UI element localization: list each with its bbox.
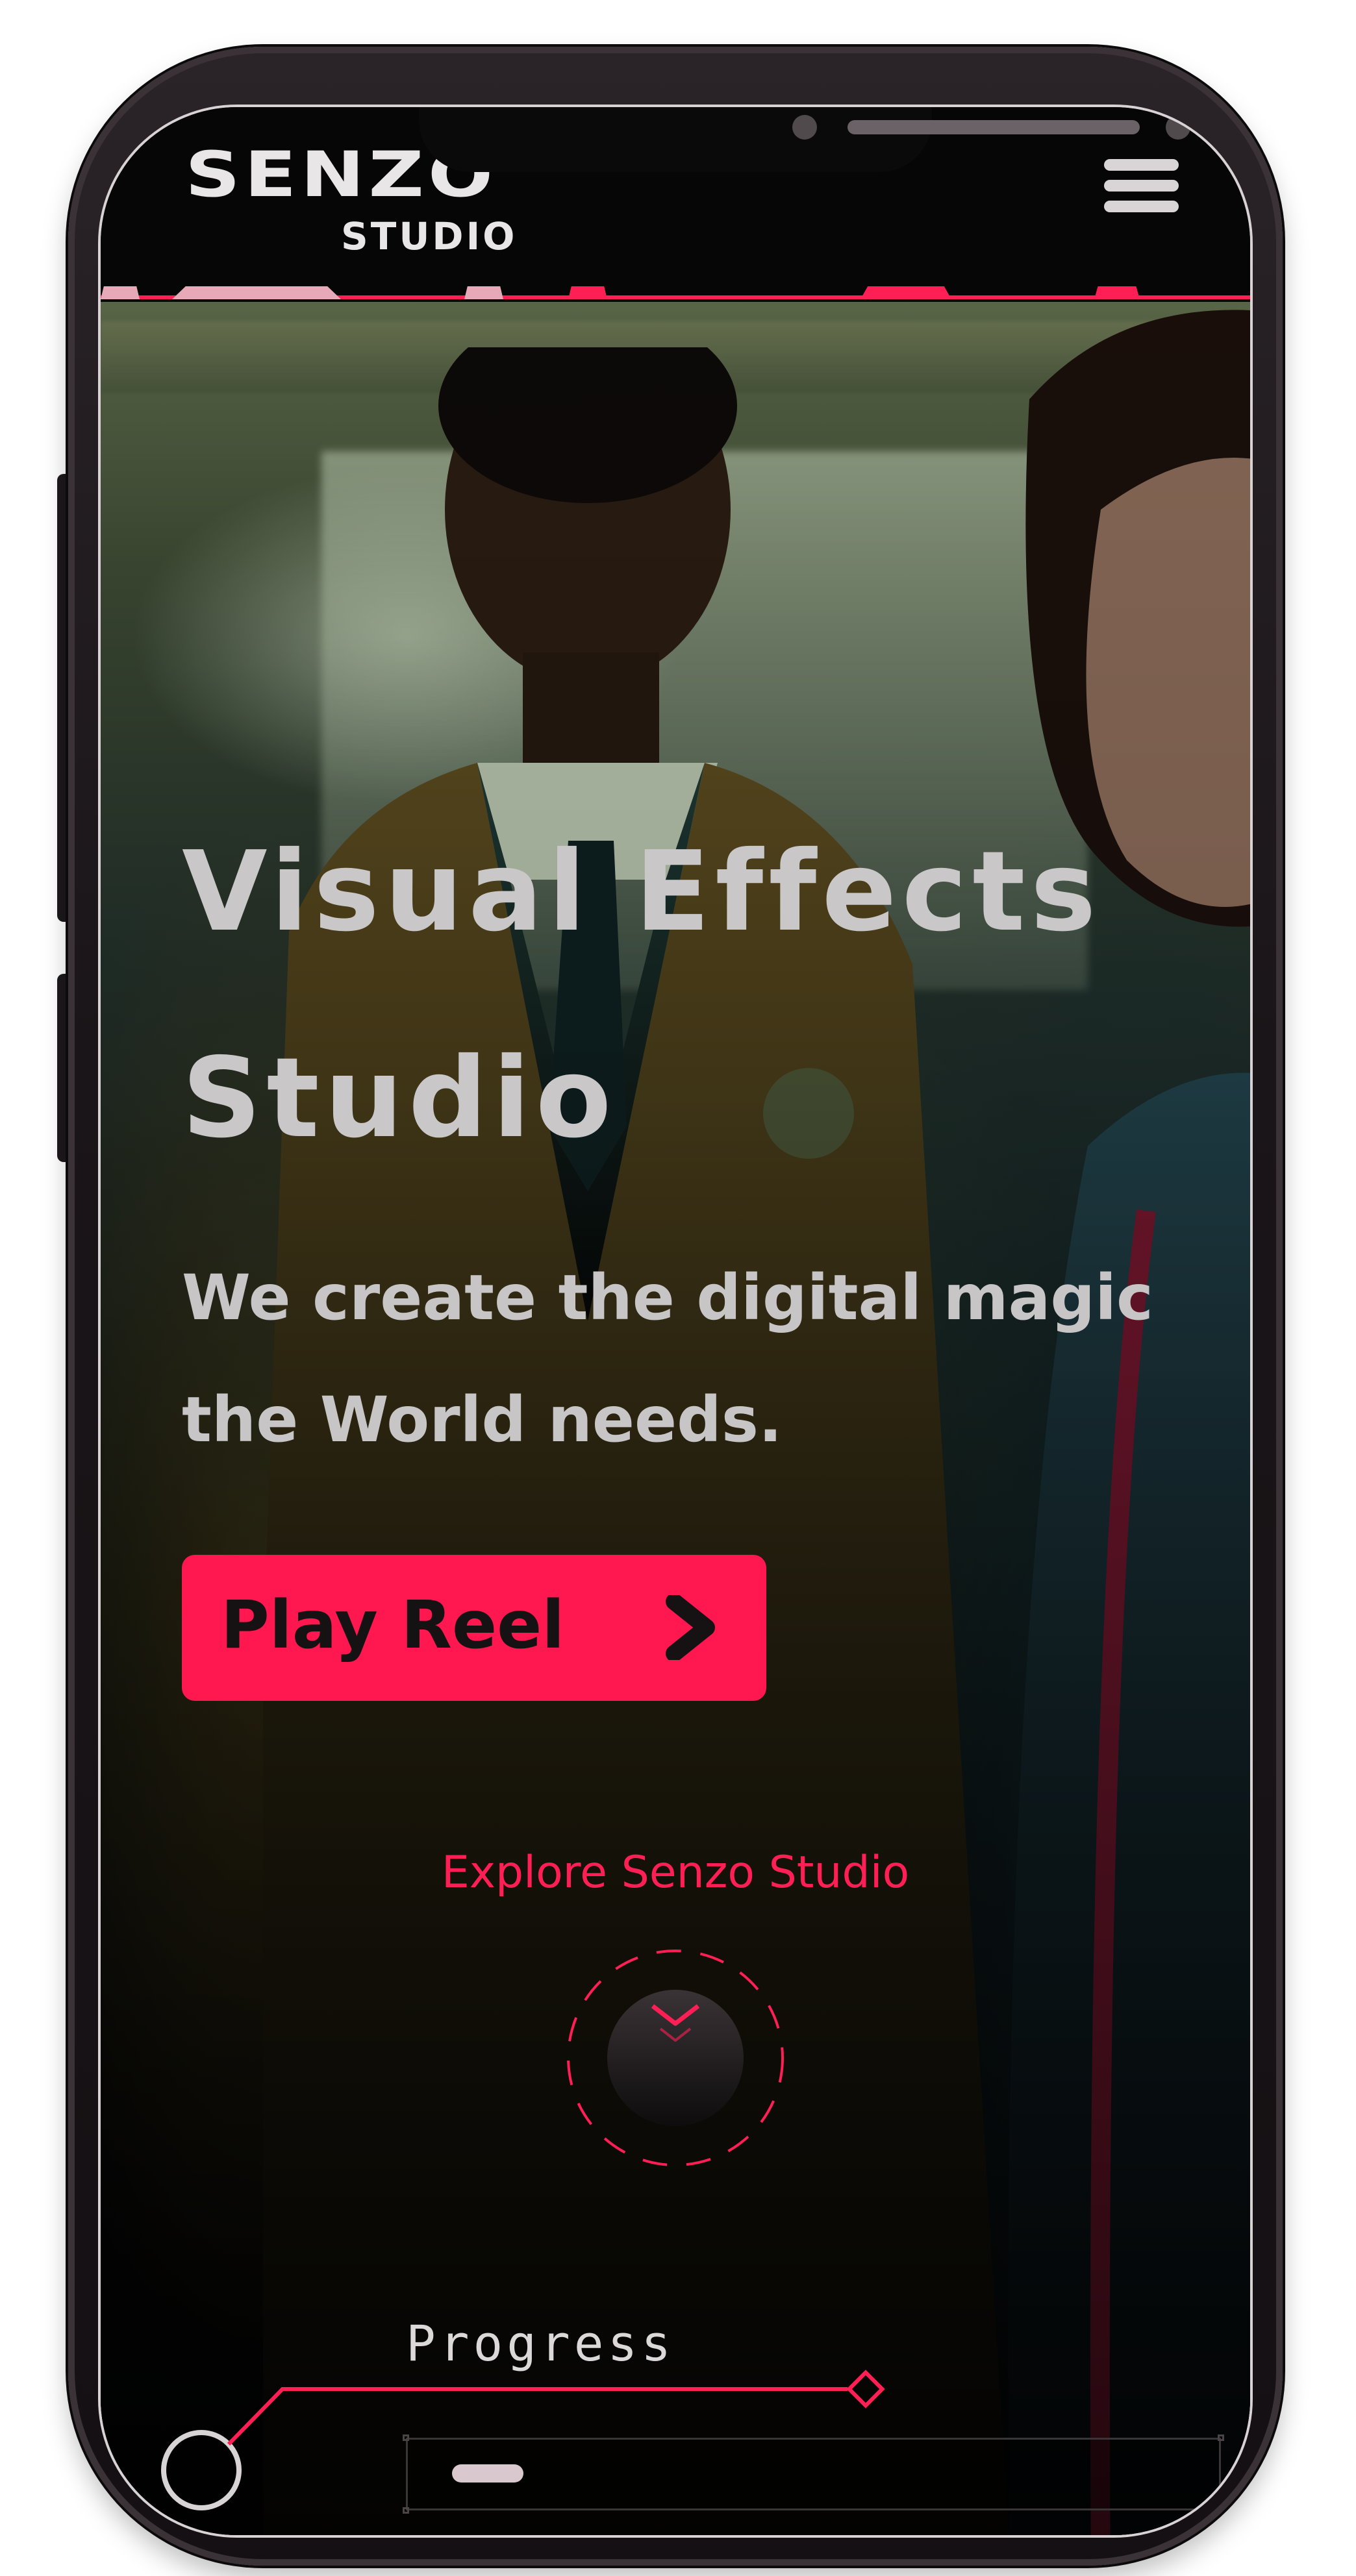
progress-fill	[452, 2464, 523, 2483]
top-navigation-bar: SENZO STUDIO	[101, 107, 1250, 302]
phone-speaker	[848, 120, 1140, 134]
progress-corner-mark	[403, 2507, 409, 2514]
phone-notch	[419, 107, 1190, 172]
topbar-decoration	[568, 286, 607, 299]
scroll-down-indicator[interactable]	[562, 1944, 789, 2172]
phone-screen: SENZO STUDIO Visual Effects Studio We cr…	[101, 107, 1250, 2535]
topbar-decoration	[1094, 286, 1140, 299]
progress-corner-mark	[403, 2434, 409, 2441]
hamburger-menu-icon[interactable]	[1104, 153, 1182, 224]
hero-title-line: Studio	[182, 1034, 617, 1163]
phone-camera	[1166, 115, 1190, 140]
hero-subtitle-line: the World needs.	[182, 1383, 783, 1456]
hero-subtitle-line: We create the digital magic	[182, 1261, 1153, 1334]
topbar-decoration	[860, 286, 951, 299]
play-reel-label: Play Reel	[221, 1587, 565, 1664]
progress-label: Progress	[406, 2314, 675, 2372]
progress-corner-mark	[1218, 2434, 1224, 2441]
progress-corner-mark	[1218, 2507, 1224, 2514]
topbar-decoration	[464, 286, 503, 299]
topbar-decoration	[172, 286, 341, 299]
chevron-right-icon	[666, 1595, 715, 1660]
hero-title-line: Visual Effects	[182, 828, 1101, 956]
progress-widget: Progress	[153, 2217, 1250, 2516]
logo-subtitle: STUDIO	[341, 214, 518, 258]
play-reel-button[interactable]: Play Reel	[182, 1555, 766, 1701]
explore-studio-link[interactable]: Explore Senzo Studio	[101, 1847, 1250, 1898]
topbar-decoration	[101, 286, 140, 299]
hero-title: Visual Effects Studio	[182, 789, 1156, 1202]
hero-subtitle: We create the digital magic the World ne…	[182, 1237, 1195, 1481]
page: SENZO STUDIO Visual Effects Studio We cr…	[0, 0, 1356, 2576]
progress-bar	[403, 2434, 1224, 2514]
phone-sensor	[792, 115, 817, 140]
